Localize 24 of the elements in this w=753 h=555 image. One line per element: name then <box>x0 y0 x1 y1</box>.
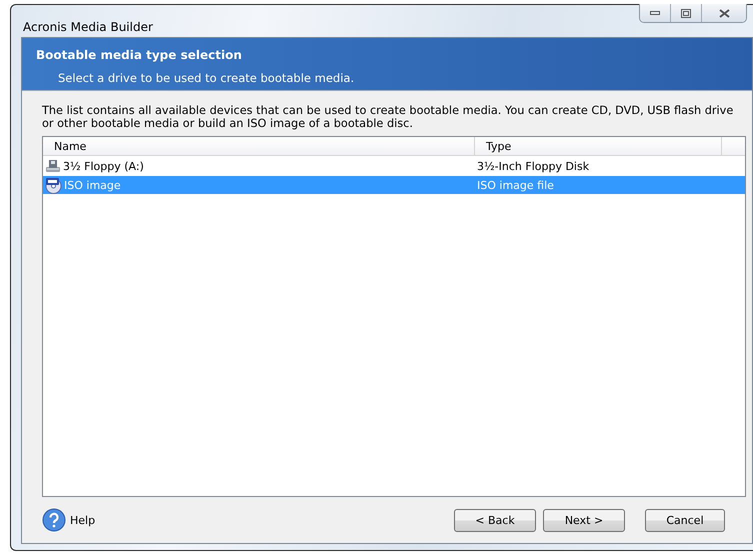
column-header[interactable]: Name <box>43 137 475 155</box>
table-cell: ISO image <box>64 178 121 192</box>
minimize-button[interactable] <box>640 4 670 22</box>
header-subtitle: Select a drive to be used to create bootable media. <box>58 71 356 85</box>
table-cell: 3½ Floppy (A:) <box>63 160 144 172</box>
column-header[interactable]: Type <box>475 137 722 155</box>
header-title: Bootable media type selection <box>36 48 243 62</box>
window-title: Acronis Media Builder <box>22 20 153 34</box>
close-button[interactable] <box>701 4 746 22</box>
description-text: The list contains all available devices that can be used to create bootable media. You can create CD, DVD, USB flash drive or other bootable media or build an ISO image of a bootable disc. <box>42 104 734 130</box>
help-link[interactable]: Help <box>70 514 96 526</box>
table-cell: ISO image file <box>477 178 554 192</box>
wizard-button[interactable]: < Back <box>454 508 536 532</box>
floppy-drive-icon <box>45 158 61 174</box>
help-icon[interactable] <box>42 508 66 532</box>
maximize-icon <box>681 8 691 18</box>
iso-disc-icon <box>45 176 62 194</box>
table-cell: 3½-Inch Floppy Disk <box>477 160 590 172</box>
minimize-icon <box>650 11 660 15</box>
close-icon <box>718 8 730 18</box>
wizard-button[interactable]: Cancel <box>645 508 725 532</box>
device-row[interactable]: 3½ Floppy (A:) 3½-Inch Floppy Disk <box>43 157 745 175</box>
maximize-button[interactable] <box>670 4 701 22</box>
wizard-button[interactable]: Next > <box>543 508 625 532</box>
